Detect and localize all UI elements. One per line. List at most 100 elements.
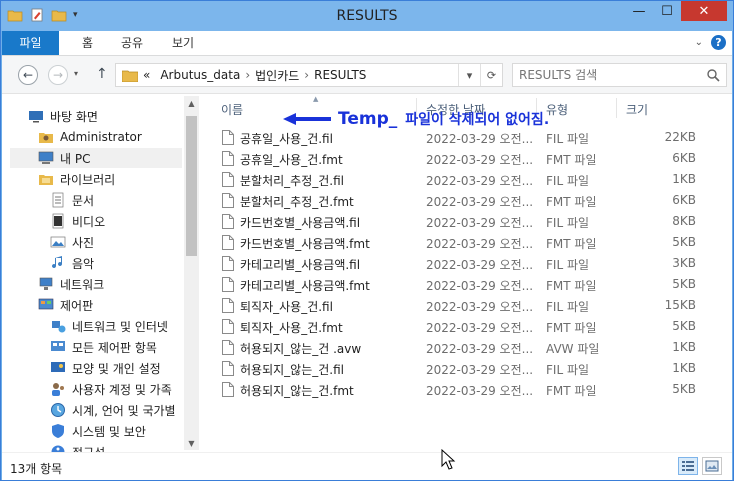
nav-item[interactable]: 음악 (50, 253, 94, 273)
nav-item-label: 라이브러리 (60, 172, 116, 187)
nav-item[interactable]: 제어판 (38, 295, 93, 315)
tab-view[interactable]: 보기 (172, 31, 194, 55)
nav-item[interactable]: 비디오 (50, 211, 105, 231)
file-row[interactable]: 공휴일_사용_건.fil 2022-03-29 오전... FIL 파일 22KB (202, 127, 732, 148)
nav-item[interactable]: 시계, 언어 및 국가별 (50, 400, 176, 420)
file-type: FMT 파일 (546, 237, 597, 251)
search-box[interactable] (512, 63, 727, 87)
file-type: FIL 파일 (546, 258, 590, 272)
all-control-panel-icon (51, 341, 65, 351)
nav-item[interactable]: Administrator (38, 127, 142, 147)
file-size: 1KB (672, 172, 696, 186)
file-name: 공휴일_사용_건.fil (240, 132, 333, 146)
file-date: 2022-03-29 오전... (426, 174, 534, 188)
file-date: 2022-03-29 오전... (426, 279, 534, 293)
scrollbar-thumb[interactable] (186, 116, 197, 256)
file-row[interactable]: 허용되지_않는_건 .avw 2022-03-29 오전... AVW 파일 1KB (202, 337, 732, 358)
file-name: 허용되지_않는_건.fmt (240, 384, 354, 398)
file-row[interactable]: 분할처리_추정_건.fil 2022-03-29 오전... FIL 파일 1KB (202, 169, 732, 190)
address-dropdown-icon[interactable]: ▾ (458, 64, 480, 86)
file-date: 2022-03-29 오전... (426, 153, 534, 167)
tab-file[interactable]: 파일 (2, 31, 59, 55)
back-button[interactable]: ← (18, 65, 38, 85)
close-button[interactable]: ✕ (681, 1, 727, 21)
tab-share[interactable]: 공유 (121, 31, 143, 55)
search-icon[interactable] (706, 68, 720, 82)
nav-item[interactable]: 바탕 화면 (28, 106, 98, 126)
nav-item[interactable]: 내 PC (10, 148, 182, 168)
system-security-icon (52, 424, 64, 438)
file-type: FMT 파일 (546, 321, 597, 335)
file-row[interactable]: 분할처리_추정_건.fmt 2022-03-29 오전... FMT 파일 6KB (202, 190, 732, 211)
scroll-down-icon[interactable]: ▼ (184, 436, 199, 450)
file-date: 2022-03-29 오전... (426, 384, 534, 398)
file-row[interactable]: 카테고리별_사용금액.fmt 2022-03-29 오전... FMT 파일 5KB (202, 274, 732, 295)
address-bar[interactable]: « Arbutus_data › 법인카드 › RESULTS ▾ ⟳ (115, 63, 503, 87)
computer-icon (38, 151, 54, 164)
up-button[interactable]: ↑ (96, 66, 108, 82)
file-row[interactable]: 카드번호별_사용금액.fmt 2022-03-29 오전... FMT 파일 5KB (202, 232, 732, 253)
help-icon[interactable]: ? (711, 35, 726, 50)
large-icons-view-button[interactable] (702, 457, 722, 475)
file-row[interactable]: 공휴일_사용_건.fmt 2022-03-29 오전... FMT 파일 6KB (202, 148, 732, 169)
file-row[interactable]: 퇴직자_사용_건.fmt 2022-03-29 오전... FMT 파일 5KB (202, 316, 732, 337)
mouse-cursor-icon (441, 449, 456, 470)
music-icon (52, 256, 63, 269)
tab-home[interactable]: 홈 (82, 31, 93, 55)
file-row[interactable]: 허용되지_않는_건.fmt 2022-03-29 오전... FMT 파일 5KB (202, 379, 732, 400)
search-input[interactable] (519, 65, 699, 85)
nav-item[interactable]: 문서 (50, 190, 94, 210)
nav-item[interactable]: 네트워크 (38, 274, 104, 294)
details-view-button[interactable] (678, 457, 698, 475)
nav-item[interactable]: 사진 (50, 232, 94, 252)
annotation: Temp_ 파일이 삭제되어 없어짐. (282, 109, 549, 129)
breadcrumb-corporate-card[interactable]: 법인카드 (250, 67, 304, 84)
nav-item[interactable]: 모양 및 개인 설정 (50, 358, 161, 378)
file-size: 8KB (672, 214, 696, 228)
nav-item[interactable]: 라이브러리 (38, 169, 115, 189)
column-type[interactable]: 유형 (546, 101, 568, 118)
file-type: AVW 파일 (546, 342, 600, 356)
nav-item[interactable]: 시스템 및 보안 (50, 421, 146, 441)
clock-region-icon (51, 403, 65, 417)
recent-locations-icon[interactable]: ▾ (74, 69, 78, 78)
file-size: 15KB (664, 298, 696, 312)
maximize-button[interactable]: ☐ (653, 1, 681, 21)
breadcrumb-arbutus-data[interactable]: Arbutus_data (155, 68, 245, 82)
breadcrumb-results[interactable]: RESULTS (309, 68, 371, 82)
explorer-window: ▾ RESULTS — ☐ ✕ 파일 홈 공유 보기 ⌄ ? ← → ▾ ↑ «… (0, 0, 734, 481)
network-internet-icon (52, 321, 66, 333)
column-divider[interactable] (616, 98, 617, 118)
navigation-scrollbar[interactable]: ▲ ▼ (184, 96, 199, 450)
user-accounts-icon (52, 383, 64, 396)
file-row[interactable]: 퇴직자_사용_건.fil 2022-03-29 오전... FIL 파일 15KB (202, 295, 732, 316)
file-name: 퇴직자_사용_건.fil (240, 300, 333, 314)
nav-item-label: 내 PC (60, 151, 91, 166)
sort-ascending-icon: ▲ (313, 95, 319, 103)
refresh-icon[interactable]: ⟳ (480, 64, 502, 86)
file-name: 분할처리_추정_건.fil (240, 174, 344, 188)
column-size[interactable]: 크기 (626, 101, 648, 118)
minimize-button[interactable]: — (625, 1, 653, 21)
item-count: 13개 항목 (10, 462, 63, 476)
file-icon (222, 172, 234, 187)
file-row[interactable]: 카드번호별_사용금액.fil 2022-03-29 오전... FIL 파일 8KB (202, 211, 732, 232)
file-row[interactable]: 카테고리별_사용금액.fil 2022-03-29 오전... FIL 파일 3KB (202, 253, 732, 274)
nav-item-label: 제어판 (60, 298, 94, 313)
nav-item[interactable]: 모든 제어판 항목 (50, 337, 157, 357)
nav-item[interactable]: 네트워크 및 인터넷 (50, 316, 168, 336)
file-icon (222, 298, 234, 313)
forward-button[interactable]: → (48, 65, 68, 85)
desktop-icon (29, 111, 43, 123)
breadcrumb-overflow[interactable]: « (138, 68, 155, 82)
file-date: 2022-03-29 오전... (426, 363, 534, 377)
scroll-up-icon[interactable]: ▲ (184, 96, 199, 110)
user-folder-icon (39, 133, 53, 143)
column-name[interactable]: 이름 (221, 101, 243, 118)
file-size: 1KB (672, 361, 696, 375)
main-area: 바탕 화면 Administrator 내 PC 라이브러리 문서 비디오 사진 음악 네트워크… (2, 94, 732, 460)
expand-ribbon-icon[interactable]: ⌄ (695, 37, 703, 48)
file-icon (222, 130, 234, 145)
file-row[interactable]: 허용되지_않는_건.fil 2022-03-29 오전... FIL 파일 1KB (202, 358, 732, 379)
nav-item[interactable]: 사용자 계정 및 가족 (50, 379, 172, 399)
